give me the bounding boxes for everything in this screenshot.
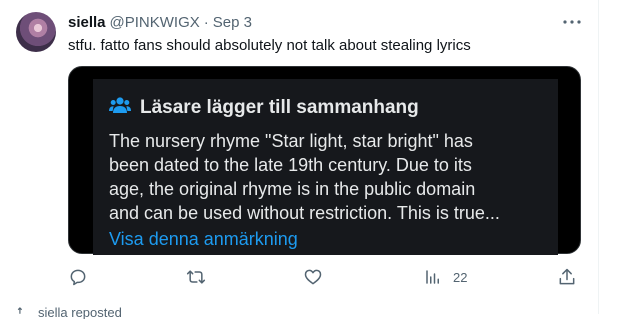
display-name[interactable]: siella (68, 14, 106, 31)
community-note-title: Läsare lägger till sammanhang (140, 96, 419, 118)
more-icon[interactable] (560, 12, 584, 32)
like-button[interactable] (303, 262, 323, 292)
avatar[interactable] (16, 12, 56, 52)
note-line: and can be used without restriction. Thi… (109, 203, 500, 223)
note-line: been dated to the late 19th century. Due… (109, 155, 472, 175)
readers-icon (109, 96, 131, 119)
note-line: age, the original rhyme is in the public… (109, 179, 476, 199)
note-line: The nursery rhyme "Star light, star brig… (109, 131, 473, 151)
like-icon (303, 267, 323, 287)
share-icon (557, 267, 577, 287)
show-note-link[interactable]: Visa denna anmärkning (109, 229, 298, 250)
community-note-body: The nursery rhyme "Star light, star brig… (109, 129, 549, 225)
user-handle[interactable]: @PINKWIGX (110, 14, 200, 31)
reply-icon (68, 267, 88, 287)
tweet-actions: 22 (0, 262, 630, 292)
repost-icon (16, 305, 32, 319)
retweet-button[interactable] (186, 262, 206, 292)
next-item-text: siella reposted (38, 305, 122, 319)
tweet-text: stfu. fatto fans should absolutely not t… (68, 37, 471, 54)
retweet-icon (186, 267, 206, 287)
views-button[interactable]: 22 (424, 262, 467, 292)
reply-button[interactable] (68, 262, 88, 292)
views-icon (424, 268, 442, 286)
separator-dot: · (203, 13, 209, 31)
community-note-panel: Läsare lägger till sammanhang The nurser… (93, 79, 558, 255)
share-button[interactable] (557, 262, 577, 292)
tweet-date[interactable]: Sep 3 (213, 14, 252, 31)
community-note-header: Läsare lägger till sammanhang (109, 96, 419, 119)
community-note-card[interactable]: Läsare lägger till sammanhang The nurser… (68, 66, 581, 255)
views-count: 22 (453, 269, 468, 285)
tweet-header: siella @PINKWIGX · Sep 3 (68, 13, 252, 31)
next-item-context: siella reposted (16, 305, 122, 319)
